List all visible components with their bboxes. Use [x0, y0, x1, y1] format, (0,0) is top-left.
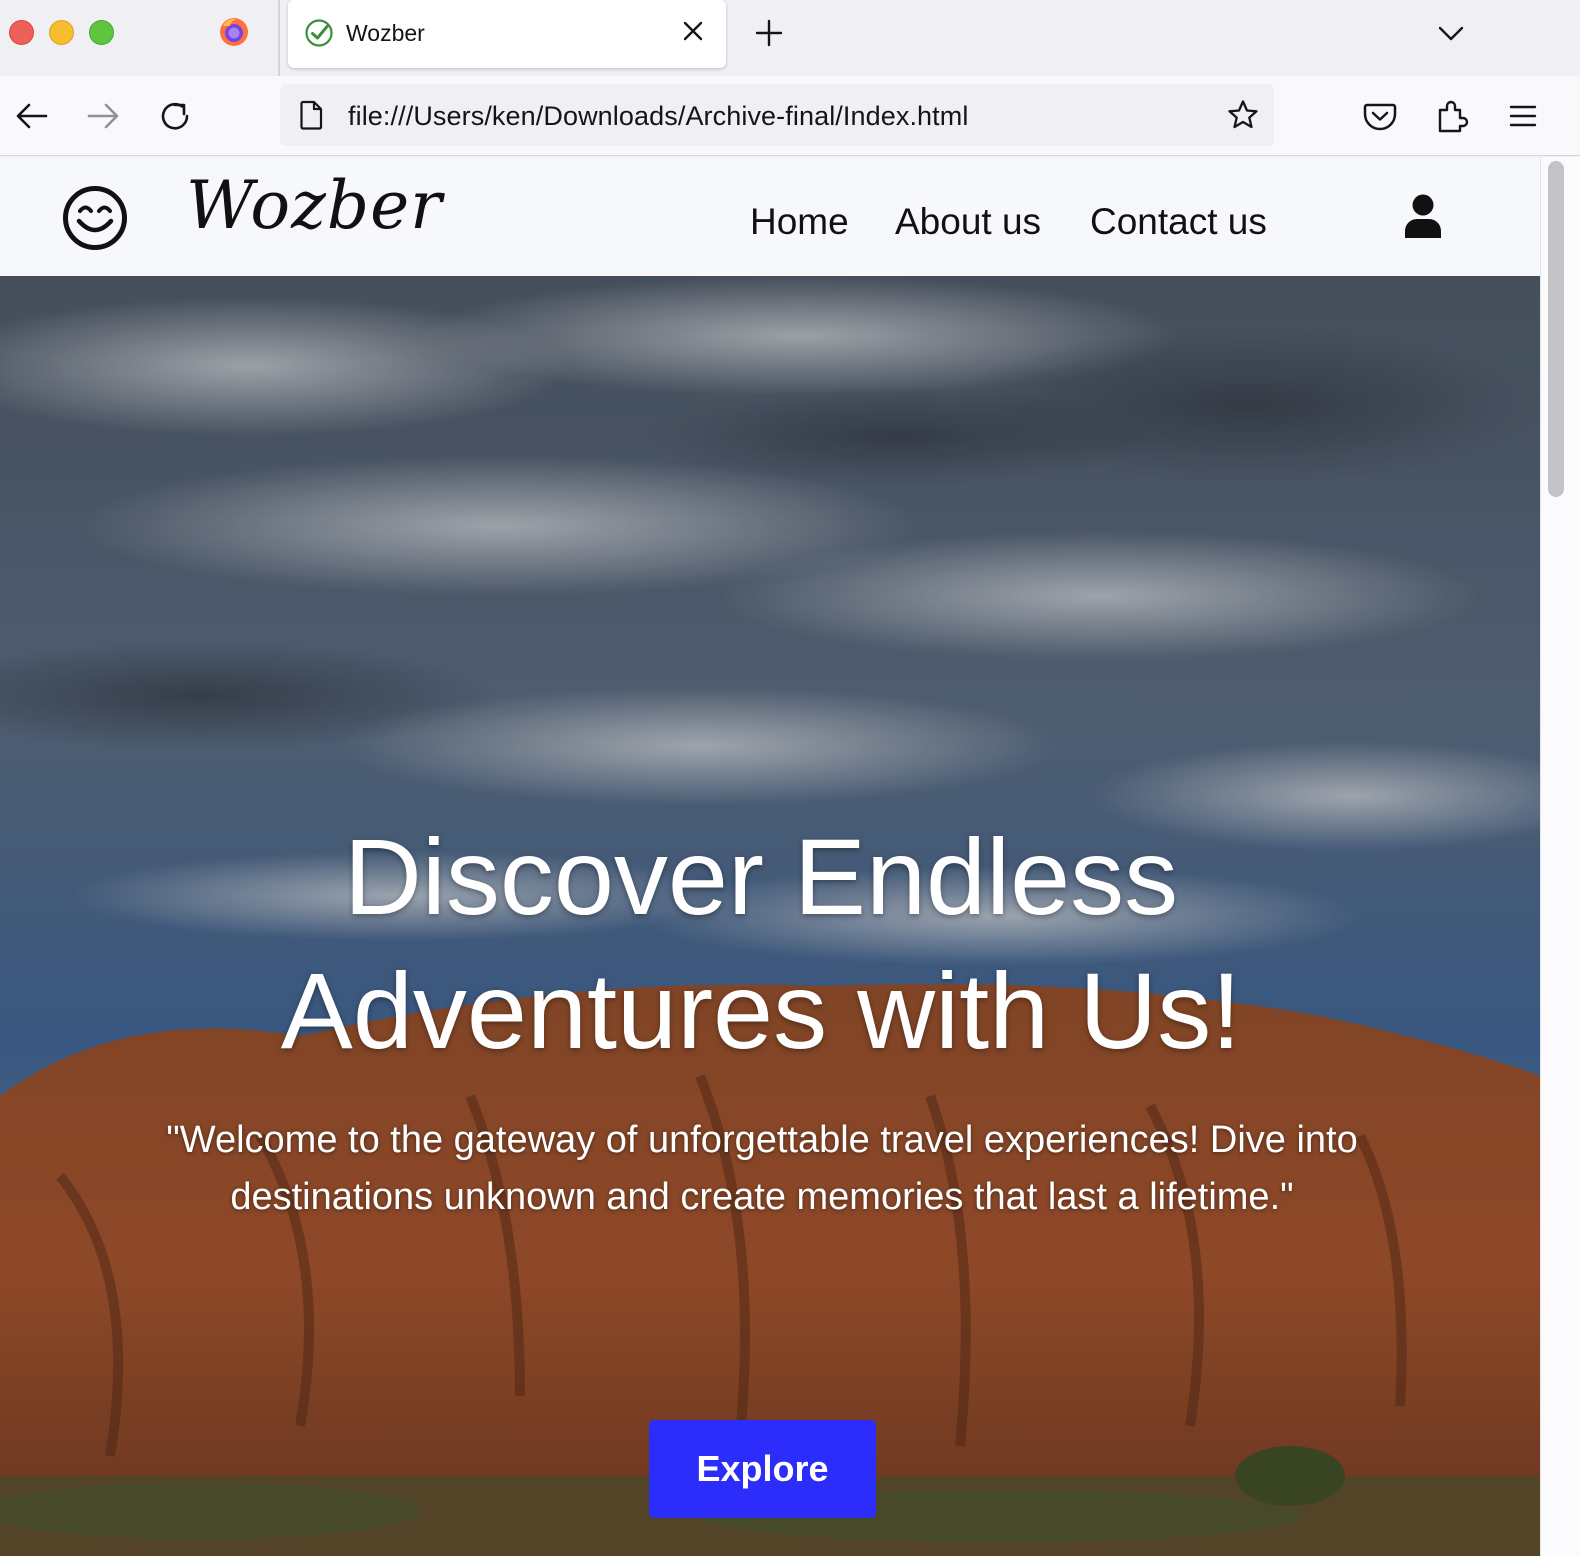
minimize-window-button[interactable]: [49, 20, 74, 45]
plus-icon[interactable]: [752, 16, 786, 50]
tab-strip: Wozber: [0, 0, 1580, 76]
chevron-down-icon[interactable]: [1434, 16, 1468, 50]
user-icon[interactable]: [1400, 193, 1446, 239]
scrollbar-thumb[interactable]: [1548, 161, 1564, 497]
hero-section: Discover Endless Adventures with Us! "We…: [0, 276, 1540, 1556]
back-arrow-icon[interactable]: [12, 96, 52, 136]
hero-title-line-2: Adventures with Us!: [280, 950, 1242, 1071]
zoom-window-button[interactable]: [89, 20, 114, 45]
close-icon[interactable]: [678, 16, 708, 46]
site-header: Wozber Home About us Contact us: [0, 157, 1540, 276]
hero-title-line-1: Discover Endless: [343, 816, 1179, 937]
explore-button[interactable]: Explore: [649, 1420, 876, 1518]
pocket-icon[interactable]: [1360, 96, 1400, 136]
tab-wozber[interactable]: Wozber: [288, 0, 726, 68]
tab-strip-separator: [278, 0, 280, 76]
hero-title: Discover Endless Adventures with Us!: [0, 810, 1522, 1078]
smiley-icon[interactable]: [60, 183, 130, 253]
tab-title: Wozber: [346, 20, 425, 46]
site-logo-text[interactable]: Wozber: [186, 167, 443, 244]
reload-icon[interactable]: [155, 96, 195, 136]
page-icon: [300, 100, 323, 130]
hamburger-menu-icon[interactable]: [1503, 96, 1543, 136]
browser-toolbar: file:///Users/ken/Downloads/Archive-fina…: [0, 76, 1580, 156]
forward-arrow-icon[interactable]: [83, 96, 123, 136]
url-text[interactable]: file:///Users/ken/Downloads/Archive-fina…: [348, 101, 968, 132]
star-icon[interactable]: [1226, 98, 1260, 132]
hero-subtitle: "Welcome to the gateway of unforgettable…: [166, 1119, 1358, 1218]
firefox-icon[interactable]: [218, 16, 250, 48]
nav-link-about-us[interactable]: About us: [895, 201, 1041, 243]
nav-link-home[interactable]: Home: [750, 201, 849, 243]
close-window-button[interactable]: [9, 20, 34, 45]
url-bar[interactable]: file:///Users/ken/Downloads/Archive-fina…: [280, 84, 1274, 146]
nav-link-contact-us[interactable]: Contact us: [1090, 201, 1267, 243]
favicon-check-icon: [305, 19, 333, 47]
page-viewport: Wozber Home About us Contact us Discover…: [0, 157, 1580, 1556]
extensions-icon[interactable]: [1432, 96, 1472, 136]
